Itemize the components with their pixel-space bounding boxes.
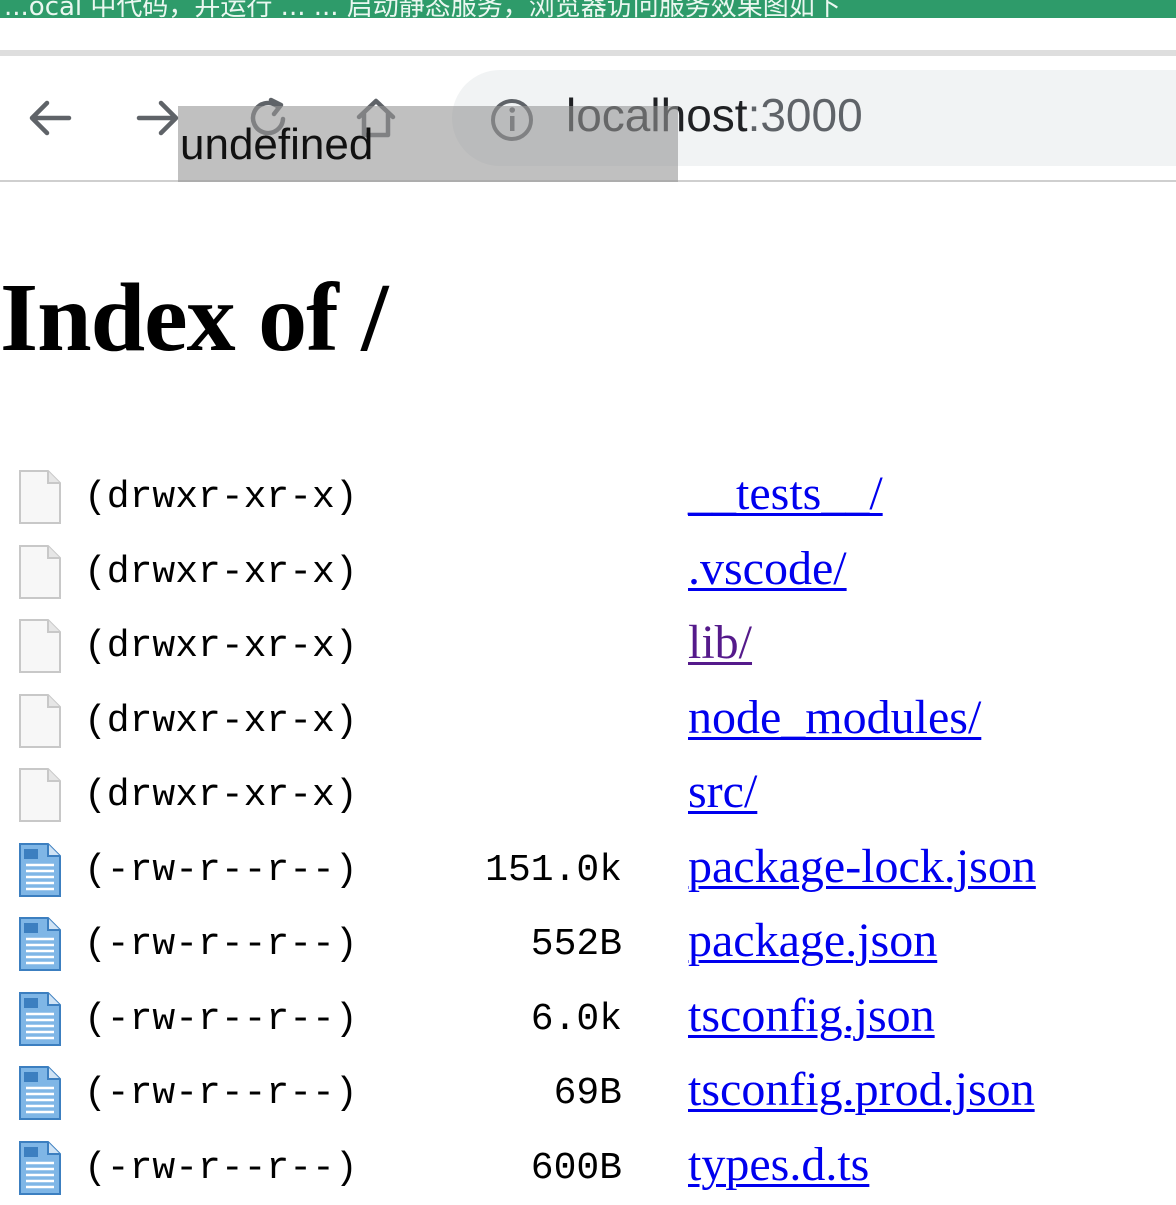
permissions-text: (-rw-r--r--)	[84, 923, 358, 966]
list-item: (-rw-r--r--) 6.0k tsconfig.json	[0, 982, 1176, 1056]
document-file-icon	[18, 1140, 62, 1195]
file-size-text: 151.0k	[485, 848, 622, 892]
permissions-text: (-rw-r--r--)	[84, 997, 358, 1041]
file-link[interactable]: package-lock.json	[688, 839, 1036, 894]
list-item: (-rw-r--r--) 552B package.json	[0, 907, 1176, 981]
file-link[interactable]: node_modules/	[688, 690, 981, 745]
file-link[interactable]: types.d.ts	[688, 1137, 869, 1192]
top-banner-text: ...ocal 中代码，并运行 ... ... 启动静态服务，浏览器访问服务效果…	[4, 0, 841, 18]
document-file-icon	[18, 842, 62, 897]
url-port: :3000	[747, 89, 863, 141]
file-link[interactable]: src/	[688, 764, 757, 819]
file-link[interactable]: package.json	[688, 913, 937, 968]
file-link[interactable]: lib/	[688, 615, 752, 670]
permissions-text: (drwxr-xr-x)	[84, 550, 358, 594]
back-button[interactable]	[20, 90, 80, 146]
folder-file-icon	[18, 470, 62, 524]
file-size-text: 600B	[530, 1146, 622, 1190]
list-item: (-rw-r--r--) 600B types.d.ts	[0, 1131, 1176, 1205]
permissions-text: (drwxr-xr-x)	[84, 625, 358, 668]
permissions-text: (-rw-r--r--)	[84, 848, 358, 892]
folder-file-icon	[18, 693, 62, 748]
file-size-text: 6.0k	[530, 997, 622, 1041]
page-title: Index of /	[0, 264, 389, 372]
permissions-text: (drwxr-xr-x)	[84, 476, 358, 519]
list-item: (-rw-r--r--) 151.0k package-lock.json	[0, 833, 1176, 907]
file-link[interactable]: .vscode/	[688, 541, 847, 596]
top-banner-strip: ...ocal 中代码，并运行 ... ... 启动静态服务，浏览器访问服务效果…	[0, 0, 1176, 18]
list-item: (drwxr-xr-x) node_modules/	[0, 684, 1176, 758]
permissions-text: (drwxr-xr-x)	[84, 774, 358, 817]
file-size-text: 69B	[553, 1072, 622, 1115]
arrow-left-icon	[29, 100, 72, 136]
tooltip-text: undefined	[180, 120, 374, 169]
list-item: (drwxr-xr-x) __tests__/	[0, 460, 1176, 534]
permissions-text: (drwxr-xr-x)	[84, 699, 358, 743]
arrow-right-icon	[136, 100, 179, 136]
document-file-icon	[18, 1066, 62, 1120]
file-link[interactable]: tsconfig.prod.json	[688, 1062, 1035, 1117]
file-link[interactable]: tsconfig.json	[688, 988, 935, 1043]
list-item: (drwxr-xr-x) src/	[0, 758, 1176, 832]
document-file-icon	[18, 917, 62, 971]
folder-file-icon	[18, 544, 62, 599]
file-size-text: 552B	[530, 923, 622, 966]
list-item: (drwxr-xr-x) .vscode/	[0, 535, 1176, 609]
list-item: (-rw-r--r--) 69B tsconfig.prod.json	[0, 1056, 1176, 1130]
list-item: (drwxr-xr-x) lib/	[0, 609, 1176, 683]
file-link[interactable]: __tests__/	[688, 466, 883, 521]
permissions-text: (-rw-r--r--)	[84, 1072, 358, 1115]
permissions-text: (-rw-r--r--)	[84, 1146, 358, 1190]
folder-file-icon	[18, 768, 62, 822]
tooltip: undefined	[178, 106, 678, 182]
document-file-icon	[18, 991, 62, 1046]
folder-file-icon	[18, 619, 62, 673]
